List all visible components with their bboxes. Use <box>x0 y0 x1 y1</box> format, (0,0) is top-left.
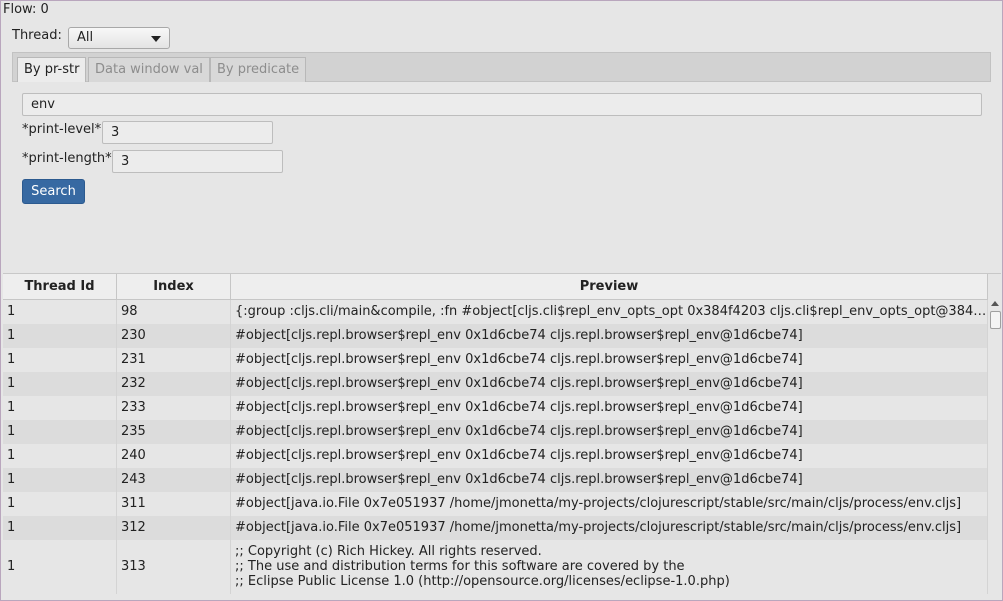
cell-index: 313 <box>117 540 231 594</box>
cell-index: 312 <box>117 516 231 540</box>
cell-thread-id: 1 <box>3 348 117 372</box>
tab-by-pr-str[interactable]: By pr-str <box>17 57 87 83</box>
cell-index: 243 <box>117 468 231 492</box>
print-level-input[interactable]: 3 <box>102 121 273 144</box>
cell-thread-id: 1 <box>3 468 117 492</box>
print-level-label: *print-level* <box>22 122 102 137</box>
cell-index: 240 <box>117 444 231 468</box>
table-row[interactable]: 1 233 #object[cljs.repl.browser$repl_env… <box>3 396 988 420</box>
cell-index: 232 <box>117 372 231 396</box>
tab-by-predicate[interactable]: By predicate <box>210 57 307 82</box>
cell-thread-id: 1 <box>3 444 117 468</box>
table-header: Thread Id Index Preview <box>3 274 988 300</box>
cell-index: 233 <box>117 396 231 420</box>
column-header-index[interactable]: Index <box>117 274 231 299</box>
flow-label: Flow: 0 <box>3 2 49 17</box>
search-query-input[interactable]: env <box>22 93 982 116</box>
table-row[interactable]: 1 231 #object[cljs.repl.browser$repl_env… <box>3 348 988 372</box>
thread-select-value: All <box>77 30 94 45</box>
cell-index: 235 <box>117 420 231 444</box>
cell-index: 311 <box>117 492 231 516</box>
table-row[interactable]: 1 312 #object[java.io.File 0x7e051937 /h… <box>3 516 988 540</box>
cell-index: 230 <box>117 324 231 348</box>
cell-thread-id: 1 <box>3 420 117 444</box>
cell-thread-id: 1 <box>3 516 117 540</box>
cell-preview: #object[cljs.repl.browser$repl_env 0x1d6… <box>231 372 988 396</box>
column-header-preview[interactable]: Preview <box>231 274 988 299</box>
column-header-thread-id[interactable]: Thread Id <box>3 274 117 299</box>
cell-index: 231 <box>117 348 231 372</box>
cell-thread-id: 1 <box>3 324 117 348</box>
cell-index: 98 <box>117 300 231 324</box>
cell-preview: #object[cljs.repl.browser$repl_env 0x1d6… <box>231 468 988 492</box>
cell-preview: #object[cljs.repl.browser$repl_env 0x1d6… <box>231 396 988 420</box>
table-row[interactable]: 1 243 #object[cljs.repl.browser$repl_env… <box>3 468 988 492</box>
cell-preview: #object[cljs.repl.browser$repl_env 0x1d6… <box>231 420 988 444</box>
print-length-label: *print-length* <box>22 151 112 166</box>
cell-preview: #object[cljs.repl.browser$repl_env 0x1d6… <box>231 348 988 372</box>
results-table: Thread Id Index Preview 1 98 {:group :cl… <box>3 273 1001 600</box>
cell-thread-id: 1 <box>3 372 117 396</box>
table-row[interactable]: 1 235 #object[cljs.repl.browser$repl_env… <box>3 420 988 444</box>
table-row[interactable]: 1 240 #object[cljs.repl.browser$repl_env… <box>3 444 988 468</box>
cell-preview: {:group :cljs.cli/main&compile, :fn #obj… <box>231 300 988 324</box>
cell-preview: #object[java.io.File 0x7e051937 /home/jm… <box>231 492 988 516</box>
print-length-input[interactable]: 3 <box>112 150 283 173</box>
scrollbar-thumb[interactable] <box>990 311 1001 329</box>
thread-select[interactable]: All <box>68 27 170 49</box>
tab-data-window-val[interactable]: Data window val <box>88 57 210 82</box>
cell-preview: ;; Copyright (c) Rich Hickey. All rights… <box>231 540 988 594</box>
cell-thread-id: 1 <box>3 300 117 324</box>
search-button[interactable]: Search <box>22 179 85 204</box>
cell-thread-id: 1 <box>3 396 117 420</box>
table-row[interactable]: 1 230 #object[cljs.repl.browser$repl_env… <box>3 324 988 348</box>
tab-bar: By pr-str Data window val By predicate <box>12 52 991 83</box>
cell-preview: #object[cljs.repl.browser$repl_env 0x1d6… <box>231 324 988 348</box>
thread-label: Thread: <box>12 28 62 43</box>
table-row[interactable]: 1 311 #object[java.io.File 0x7e051937 /h… <box>3 492 988 516</box>
cell-preview: #object[cljs.repl.browser$repl_env 0x1d6… <box>231 444 988 468</box>
table-row[interactable]: 1 232 #object[cljs.repl.browser$repl_env… <box>3 372 988 396</box>
vertical-scrollbar[interactable] <box>989 299 1001 599</box>
table-row[interactable]: 1 313 ;; Copyright (c) Rich Hickey. All … <box>3 540 988 594</box>
chevron-down-icon <box>151 36 161 42</box>
table-row[interactable]: 1 98 {:group :cljs.cli/main&compile, :fn… <box>3 300 988 324</box>
cell-preview: #object[java.io.File 0x7e051937 /home/jm… <box>231 516 988 540</box>
cell-thread-id: 1 <box>3 492 117 516</box>
scroll-up-arrow-icon[interactable] <box>991 301 999 306</box>
cell-thread-id: 1 <box>3 540 117 594</box>
